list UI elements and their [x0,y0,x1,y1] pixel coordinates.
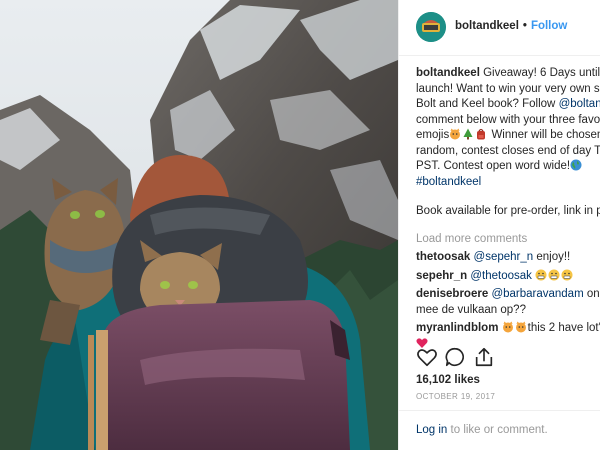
avatar[interactable] [416,12,446,42]
cat-face-emoji-icon [502,321,513,333]
login-link[interactable]: Log in [416,424,447,436]
grimace-face-emoji-icon [535,269,547,280]
caption-line-7: PST. Contest open word wide! [416,159,600,175]
comment-text: onze ki [586,288,600,300]
post-sidebar: boltandkeel • Follow boltandkeel Giveaway!… [398,0,600,450]
load-more-comments[interactable]: Load more comments [416,232,600,248]
comment-username[interactable]: sepehr_n [416,270,467,282]
footer-text: to like or comment. [447,424,548,436]
post-header: boltandkeel • Follow [399,0,600,56]
caption-line-4: comment below with your three favorite [416,113,600,126]
comment-text: enjoy!! [533,251,571,263]
comment-text-line-2: mee de vulkaan op?? [416,303,526,316]
caption: boltandkeel Giveaway! 6 Days until our l… [416,66,600,190]
comment-username[interactable]: thetoosak [416,251,470,263]
caption-text-7: PST. Contest open word wide! [416,160,571,172]
caption-text-5: emojis [416,129,450,141]
caption-line-5: emojis Winner will be chosen a [416,128,600,144]
comment-mention[interactable]: @sepehr_n [474,251,534,263]
comment-username[interactable]: myranlindblom [416,322,498,334]
caption-line-2: launch! Want to win your very own sign [416,82,600,95]
post-photo[interactable] [0,0,398,450]
caption-line-1: boltandkeel Giveaway! 6 Days until our [416,66,600,82]
caption-username[interactable]: boltandkeel [416,67,480,79]
post-date[interactable]: OCTOBER 19, 2017 [416,392,495,401]
photo-hiker-with-cats [0,0,398,450]
caption-mention[interactable]: @boltandke [559,98,600,110]
comment-item: denisebroere @barbaravandam onze ki mee … [416,287,600,318]
caption-line-6: random, contest closes end of day Thur [416,144,600,157]
comment-mention[interactable]: @thetoosak [470,270,532,282]
comment-username[interactable]: denisebroere [416,288,488,300]
follow-button[interactable]: Follow [531,20,567,32]
comment-mention[interactable]: @barbaravandam [491,288,583,300]
header-dot: • [522,20,527,32]
comment-item: sepehr_n @thetoosak [416,269,600,285]
book-preorder-text: Book available for pre-order, link in pr… [416,205,600,217]
post-actions [416,346,596,368]
share-upload-icon[interactable] [473,346,495,368]
caption-line-3: Bolt and Keel book? Follow @boltandke [416,97,600,113]
comment-text: this 2 have lot's c [527,322,600,334]
cat-face-emoji-icon [515,321,526,333]
header-user-line: boltandkeel • Follow [455,20,567,32]
caption-text-3: Bolt and Keel book? Follow [416,98,556,110]
login-footer: Log in to like or comment. [399,410,600,450]
grimace-face-emoji-icon [548,269,560,280]
caption-text-1: Giveaway! 6 Days until our [483,67,600,79]
cat-face-emoji-icon [450,128,461,140]
speech-bubble-icon[interactable] [444,346,466,368]
comments-list: boltandkeel Giveaway! 6 Days until our l… [416,66,600,352]
caption-hashtag[interactable]: #boltandkeel [416,175,600,191]
evergreen-tree-emoji-icon [463,128,473,140]
globe-emoji-icon [570,159,582,171]
comment-item: thetoosak @sepehr_n enjoy!! [416,250,600,266]
header-username[interactable]: boltandkeel [455,20,519,32]
avatar-logo-icon [416,12,446,42]
caption-text-5b: Winner will be chosen a [491,129,600,141]
grimace-face-emoji-icon [561,269,573,280]
heart-outline-icon[interactable] [416,346,438,368]
likes-count[interactable]: 16,102 likes [416,374,480,386]
backpack-emoji-icon [477,128,486,140]
